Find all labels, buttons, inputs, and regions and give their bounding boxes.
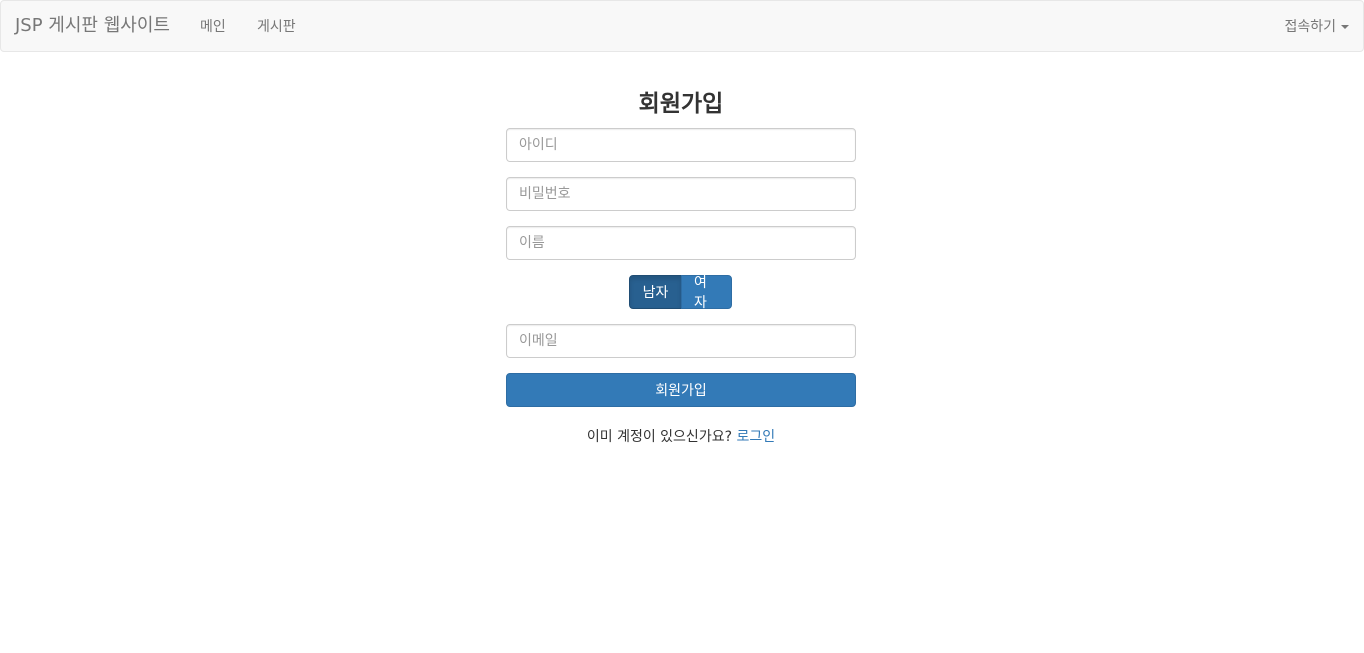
name-input[interactable] (506, 226, 856, 260)
caret-down-icon (1341, 25, 1349, 29)
login-question-text: 이미 계정이 있으신가요? (586, 429, 733, 445)
gender-toggle-group: 남자 여자 (629, 275, 732, 311)
navbar-brand[interactable]: JSP 게시판 웹사이트 (15, 15, 170, 37)
nav-link-main[interactable]: 메인 (200, 18, 226, 36)
nav-link-board[interactable]: 게시판 (257, 18, 296, 36)
login-link[interactable]: 로그인 (736, 429, 775, 445)
login-prompt: 이미 계정이 있으신가요? 로그인 (506, 428, 856, 446)
user-id-input[interactable] (506, 128, 856, 162)
signup-submit-button[interactable]: 회원가입 (506, 373, 856, 407)
gender-female-button[interactable]: 여자 (681, 275, 732, 311)
connect-dropdown-label: 접속하기 (1284, 19, 1336, 35)
password-input[interactable] (506, 177, 856, 211)
top-navbar: JSP 게시판 웹사이트 메인 게시판 접속하기 (0, 0, 1364, 52)
email-input[interactable] (506, 324, 856, 358)
connect-dropdown[interactable]: 접속하기 (1284, 18, 1349, 36)
page-title: 회원가입 (638, 91, 724, 117)
gender-male-button[interactable]: 남자 (629, 275, 682, 309)
